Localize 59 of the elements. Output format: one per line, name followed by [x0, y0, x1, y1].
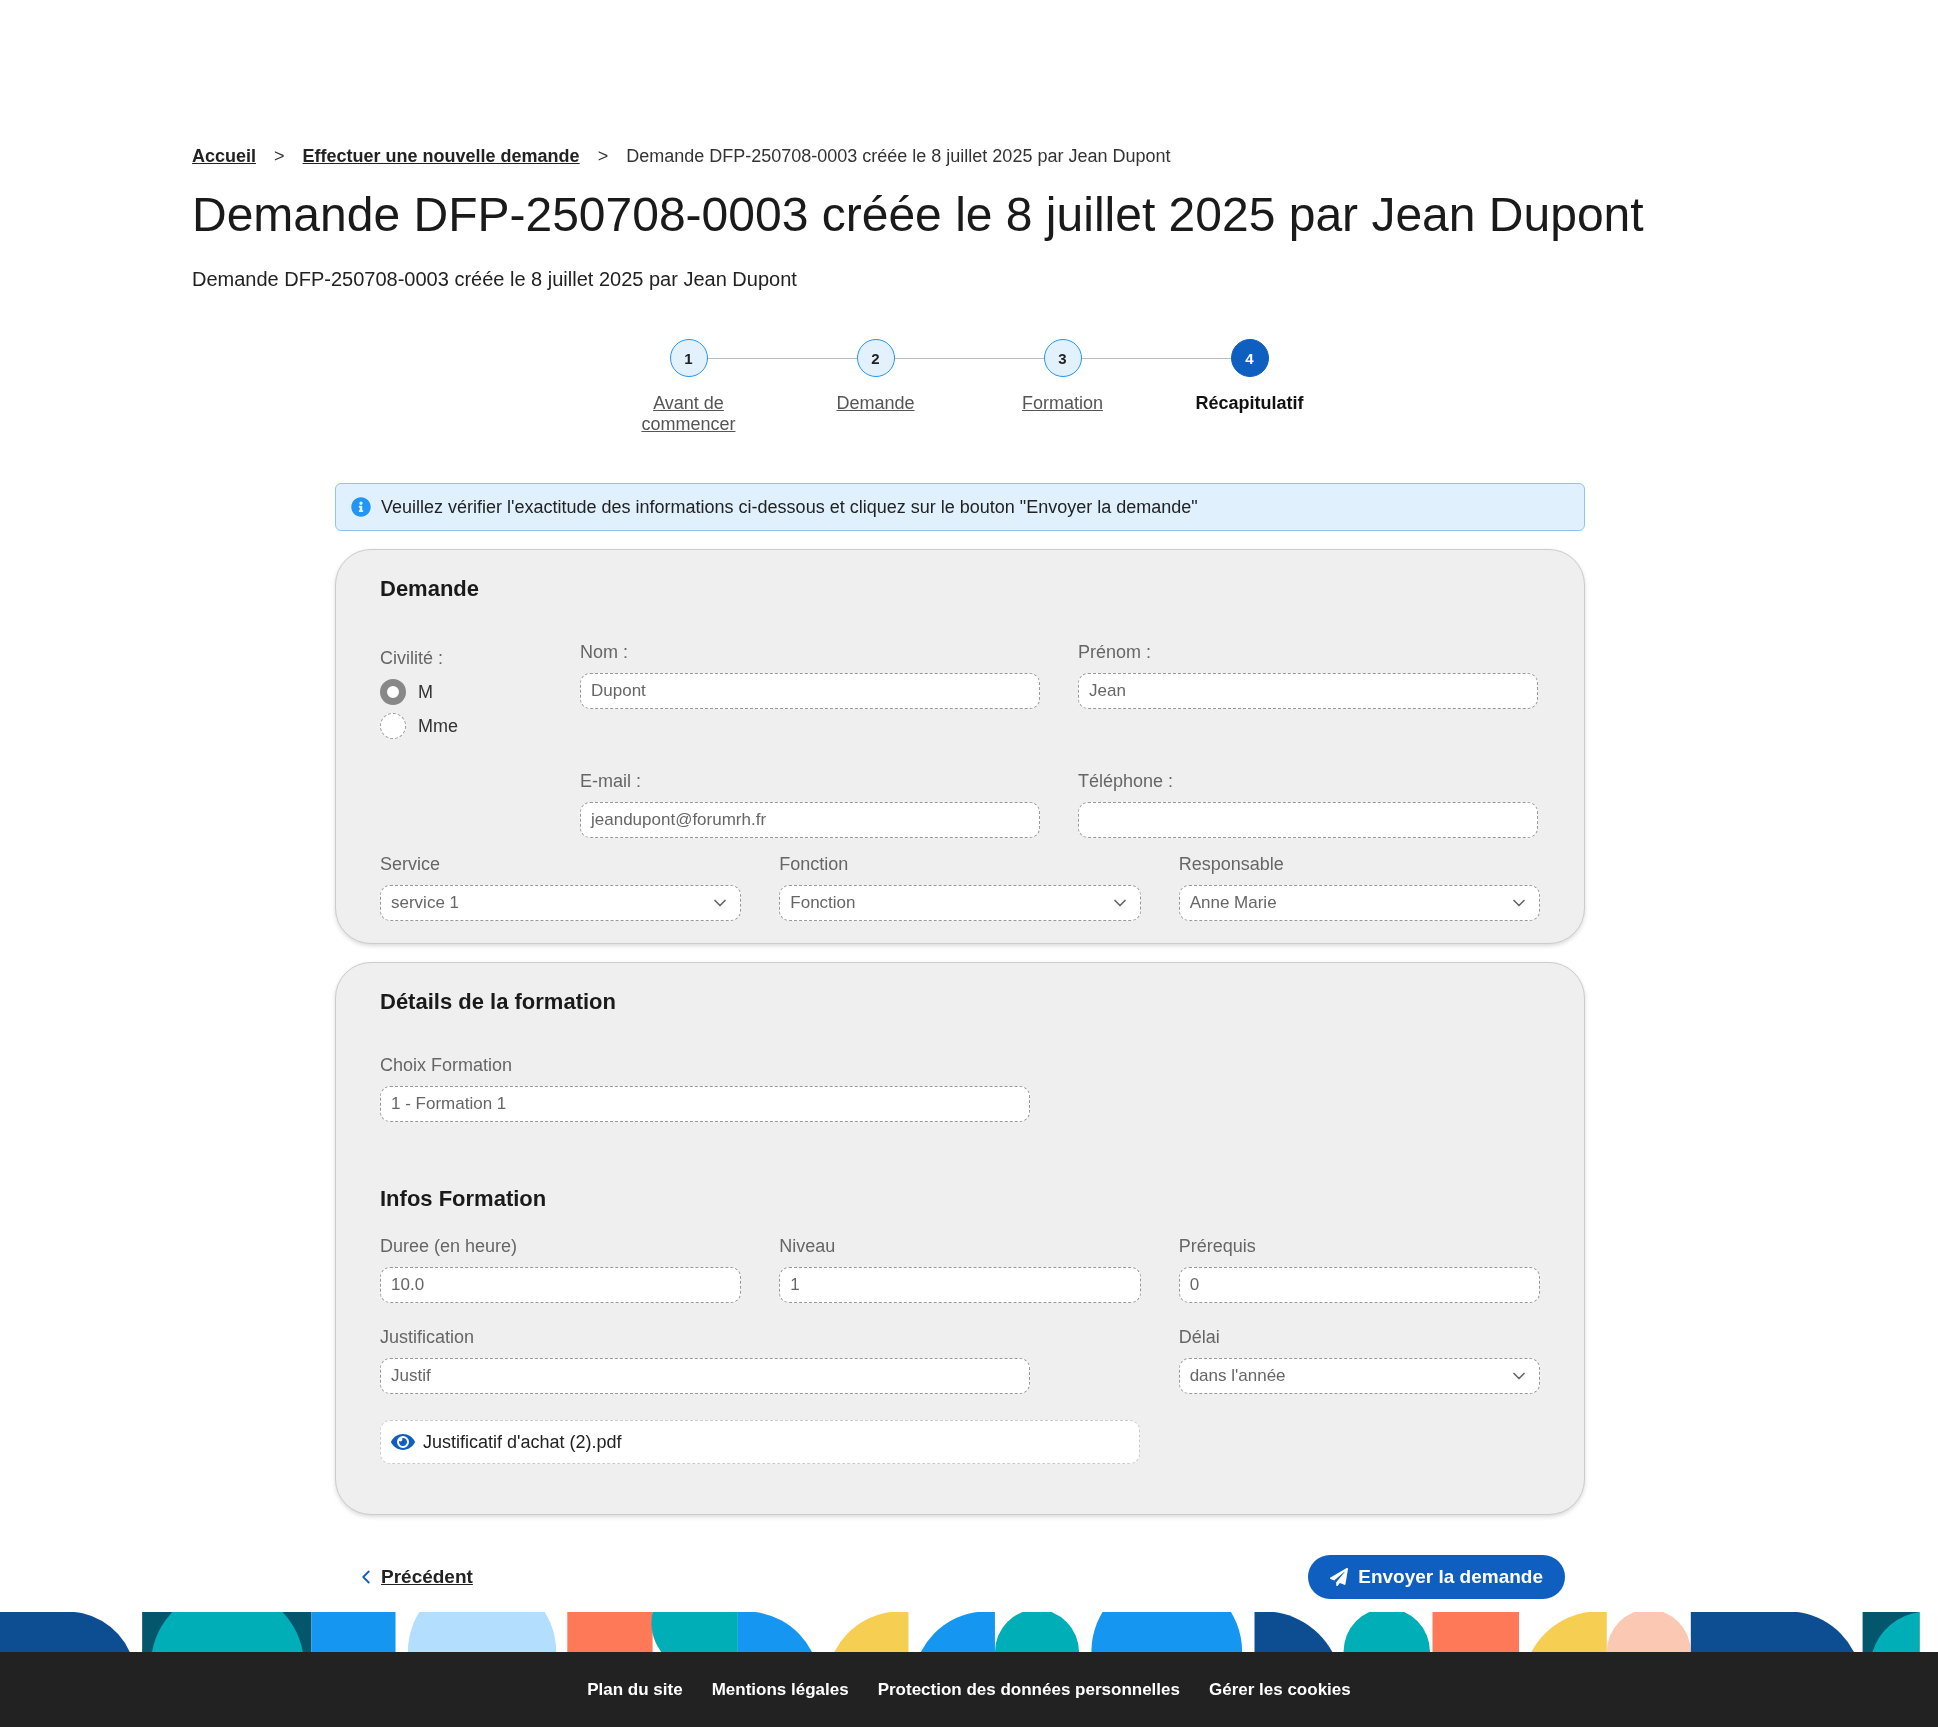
- breadcrumb-separator: >: [597, 146, 609, 167]
- attachment-link[interactable]: Justificatif d'achat (2).pdf: [380, 1420, 1140, 1464]
- radio-button[interactable]: [380, 713, 406, 739]
- step-link[interactable]: Avant de commencer: [628, 393, 749, 435]
- field-label: Téléphone :: [1078, 771, 1175, 792]
- field-label: Responsable: [1178, 854, 1285, 875]
- field-label: Choix Formation: [380, 1055, 514, 1076]
- field-label: Délai: [1178, 1327, 1221, 1348]
- select-field[interactable]: Fonction: [779, 885, 1141, 921]
- select-field[interactable]: service 1: [380, 885, 742, 921]
- step-link[interactable]: Formation: [1002, 393, 1123, 414]
- input-field[interactable]: 0: [1178, 1267, 1540, 1303]
- field-label: Niveau: [779, 1236, 837, 1257]
- field-label: Duree (en heure): [380, 1236, 519, 1257]
- breadcrumb-current: Demande DFP-250708-0003 créée le 8 juillet 2025 par Jean Dupont: [626, 146, 1171, 167]
- footer-link[interactable]: Plan du site: [587, 1679, 683, 1700]
- field-label: Prénom :: [1078, 642, 1153, 663]
- input-field[interactable]: Dupont: [580, 673, 1040, 709]
- radio-label: M: [418, 681, 433, 703]
- send-button[interactable]: Envoyer la demande: [1308, 1555, 1565, 1599]
- step-number: 3: [1043, 339, 1082, 377]
- input-field[interactable]: [1078, 802, 1538, 838]
- select-field[interactable]: dans l'année: [1178, 1358, 1540, 1394]
- input-field[interactable]: 1: [779, 1267, 1141, 1303]
- radio-button[interactable]: [380, 679, 406, 705]
- page-title: Demande DFP-250708-0003 créée le 8 juillet 2025 par Jean Dupont: [192, 187, 1645, 242]
- field-label: E-mail :: [580, 771, 642, 792]
- select-field[interactable]: Anne Marie: [1178, 885, 1540, 921]
- breadcrumb-separator: >: [274, 146, 285, 167]
- step-number: 1: [669, 339, 708, 377]
- page-subtitle: Demande DFP-250708-0003 créée le 8 juillet 2025 par Jean Dupont: [192, 268, 798, 291]
- radio-label: Mme: [418, 715, 458, 737]
- paper-plane-icon: [1330, 1568, 1349, 1586]
- breadcrumb-link[interactable]: Effectuer une nouvelle demande: [302, 146, 580, 167]
- footer-link[interactable]: Mentions légales: [711, 1679, 849, 1700]
- section-title: Demande: [380, 576, 481, 602]
- footer-link[interactable]: Gérer les cookies: [1208, 1679, 1351, 1700]
- input-field[interactable]: 10.0: [380, 1267, 742, 1303]
- field-label: Service: [380, 854, 442, 875]
- previous-link[interactable]: Précédent: [355, 1566, 473, 1588]
- input-field[interactable]: 1 - Formation 1: [380, 1086, 1030, 1122]
- info-text: Veuillez vérifier l'exactitude des informations ci-dessous et cliquez sur le bouton "Envoyer la demande": [381, 496, 1198, 518]
- input-field[interactable]: jeandupont@forumrh.fr: [580, 802, 1040, 838]
- input-field[interactable]: Justif: [380, 1358, 1030, 1394]
- field-label: Prérequis: [1178, 1236, 1257, 1257]
- step-number: 2: [856, 339, 895, 377]
- input-field[interactable]: Jean: [1078, 673, 1538, 709]
- step-link[interactable]: Récapitulatif: [1189, 393, 1310, 414]
- field-label: Fonction: [779, 854, 850, 875]
- step-number: 4: [1230, 339, 1269, 377]
- step-link[interactable]: Demande: [815, 393, 936, 414]
- section-title: Infos Formation: [380, 1186, 548, 1212]
- breadcrumb-link[interactable]: Accueil: [192, 146, 257, 167]
- field-label: Nom :: [580, 642, 629, 663]
- section-title: Détails de la formation: [380, 989, 617, 1015]
- info-icon: [351, 497, 371, 517]
- field-label: Civilité :: [380, 648, 444, 669]
- footer-link[interactable]: Protection des données personnelles: [877, 1679, 1180, 1700]
- field-label: Justification: [380, 1327, 476, 1348]
